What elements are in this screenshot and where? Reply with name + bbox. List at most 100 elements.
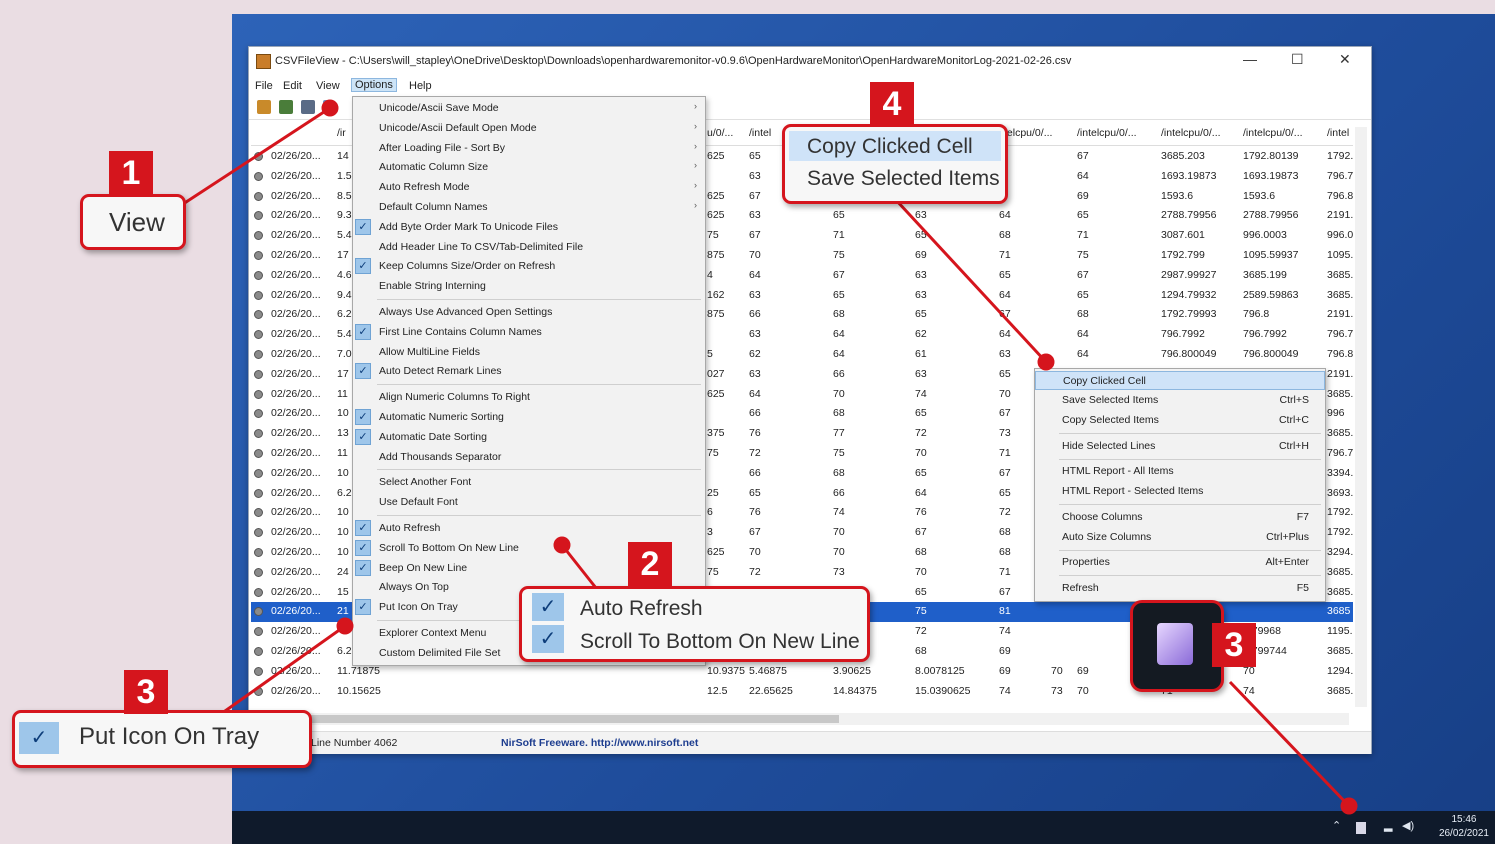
table-cell[interactable]: 67: [749, 190, 761, 202]
table-cell[interactable]: 72: [915, 427, 927, 439]
table-cell[interactable]: 02/26/20...: [271, 447, 321, 459]
table-cell[interactable]: 13: [337, 427, 349, 439]
table-cell[interactable]: 67: [999, 308, 1011, 320]
table-cell[interactable]: 1294.79932: [1161, 289, 1216, 301]
table-cell[interactable]: 63: [915, 368, 927, 380]
table-cell[interactable]: 65: [999, 487, 1011, 499]
table-cell[interactable]: 875: [707, 308, 725, 320]
table-cell[interactable]: 21: [337, 605, 349, 617]
table-cell[interactable]: 71: [999, 447, 1011, 459]
table-cell[interactable]: 15.0390625: [915, 685, 970, 697]
options-menu-item[interactable]: Use Default Font: [353, 493, 705, 512]
minimize-button[interactable]: —: [1243, 51, 1257, 67]
table-cell[interactable]: 68: [833, 308, 845, 320]
table-cell[interactable]: 63: [749, 368, 761, 380]
table-cell[interactable]: 68: [1077, 308, 1089, 320]
table-cell[interactable]: 3: [707, 526, 713, 538]
column-header[interactable]: /ir: [337, 127, 346, 139]
table-cell[interactable]: 15: [337, 586, 349, 598]
table-cell[interactable]: 625: [707, 150, 725, 162]
table-cell[interactable]: 75: [707, 229, 719, 241]
context-menu-item[interactable]: Properties Alt+Enter: [1035, 553, 1325, 572]
table-cell[interactable]: 68: [999, 526, 1011, 538]
table-cell[interactable]: 02/26/20...: [271, 209, 321, 221]
table-cell[interactable]: 796.7992: [1161, 328, 1205, 340]
table-cell[interactable]: 10: [337, 546, 349, 558]
table-cell[interactable]: 9.3: [337, 209, 352, 221]
table-cell[interactable]: 70: [833, 388, 845, 400]
table-cell[interactable]: 027: [707, 368, 725, 380]
table-cell[interactable]: 68: [833, 467, 845, 479]
table-cell[interactable]: 3685.199: [1243, 269, 1287, 281]
table-cell[interactable]: 64: [833, 348, 845, 360]
table-cell[interactable]: 3685.: [1327, 269, 1353, 281]
table-cell[interactable]: 63: [749, 209, 761, 221]
table-cell[interactable]: 65: [749, 150, 761, 162]
table-cell[interactable]: 5.4: [337, 229, 352, 241]
menu-file[interactable]: File: [255, 80, 273, 92]
table-cell[interactable]: 796.8: [1327, 348, 1353, 360]
table-cell[interactable]: 64: [915, 487, 927, 499]
table-cell[interactable]: 3685.: [1327, 566, 1353, 578]
options-menu-item[interactable]: ✓ Add Byte Order Mark To Unicode Files: [353, 218, 705, 237]
table-cell[interactable]: 02/26/20...: [271, 586, 321, 598]
table-cell[interactable]: 71: [833, 229, 845, 241]
table-cell[interactable]: 996.0003: [1243, 229, 1287, 241]
table-cell[interactable]: 2191.: [1327, 308, 1353, 320]
table-cell[interactable]: 69: [1077, 665, 1089, 677]
table-cell[interactable]: 71: [1077, 229, 1089, 241]
table-cell[interactable]: 66: [749, 467, 761, 479]
options-menu-item[interactable]: Automatic Column Size ›: [353, 158, 705, 177]
table-cell[interactable]: 65: [833, 209, 845, 221]
network-icon[interactable]: ▂: [1384, 819, 1392, 832]
close-button[interactable]: ✕: [1339, 51, 1351, 68]
table-cell[interactable]: 8.5: [337, 190, 352, 202]
table-cell[interactable]: 68: [999, 229, 1011, 241]
table-cell[interactable]: 4: [707, 269, 713, 281]
column-header[interactable]: /intel: [749, 127, 771, 139]
table-cell[interactable]: 02/26/20...: [271, 645, 321, 657]
table-cell[interactable]: 76: [915, 506, 927, 518]
table-cell[interactable]: 67: [749, 526, 761, 538]
table-cell[interactable]: 66: [749, 308, 761, 320]
table-cell[interactable]: 65: [915, 407, 927, 419]
table-cell[interactable]: 02/26/20...: [271, 625, 321, 637]
table-cell[interactable]: 70: [833, 546, 845, 558]
table-cell[interactable]: 1792.: [1327, 150, 1353, 162]
table-cell[interactable]: 6: [707, 506, 713, 518]
table-cell[interactable]: 625: [707, 209, 725, 221]
options-menu-item[interactable]: Add Header Line To CSV/Tab-Delimited Fil…: [353, 238, 705, 257]
horizontal-scrollbar[interactable]: [309, 713, 1349, 725]
options-menu-item[interactable]: Default Column Names ›: [353, 198, 705, 217]
volume-icon[interactable]: ◀): [1402, 819, 1414, 832]
table-cell[interactable]: 1792.: [1327, 506, 1353, 518]
table-cell[interactable]: 375: [707, 427, 725, 439]
tray-chevron-icon[interactable]: ⌃: [1332, 819, 1341, 832]
table-cell[interactable]: 996.0: [1327, 229, 1353, 241]
table-cell[interactable]: 67: [1077, 269, 1089, 281]
options-menu-item[interactable]: ✓ Automatic Date Sorting: [353, 428, 705, 447]
table-cell[interactable]: 70: [749, 249, 761, 261]
table-cell[interactable]: 02/26/20...: [271, 526, 321, 538]
menu-help[interactable]: Help: [409, 80, 432, 92]
open-file-icon[interactable]: [257, 100, 271, 114]
table-cell[interactable]: 68: [915, 546, 927, 558]
table-cell[interactable]: 74: [999, 685, 1011, 697]
table-cell[interactable]: 66: [833, 487, 845, 499]
table-cell[interactable]: 02/26/20...: [271, 170, 321, 182]
table-cell[interactable]: 63: [915, 209, 927, 221]
column-header[interactable]: /intel: [1327, 127, 1349, 139]
options-menu-item[interactable]: Select Another Font: [353, 473, 705, 492]
table-cell[interactable]: 81: [999, 605, 1011, 617]
table-cell[interactable]: 10.15625: [337, 685, 381, 697]
table-cell[interactable]: 62: [915, 328, 927, 340]
menu-edit[interactable]: Edit: [283, 80, 302, 92]
options-menu-item[interactable]: Always Use Advanced Open Settings: [353, 303, 705, 322]
table-cell[interactable]: 875: [707, 249, 725, 261]
taskbar-clock[interactable]: 15:46 26/02/2021: [1439, 813, 1489, 841]
table-cell[interactable]: 796.7: [1327, 447, 1353, 459]
table-cell[interactable]: 69: [999, 665, 1011, 677]
table-cell[interactable]: 76: [749, 506, 761, 518]
table-cell[interactable]: 9.4: [337, 289, 352, 301]
table-cell[interactable]: 73: [1051, 685, 1063, 697]
